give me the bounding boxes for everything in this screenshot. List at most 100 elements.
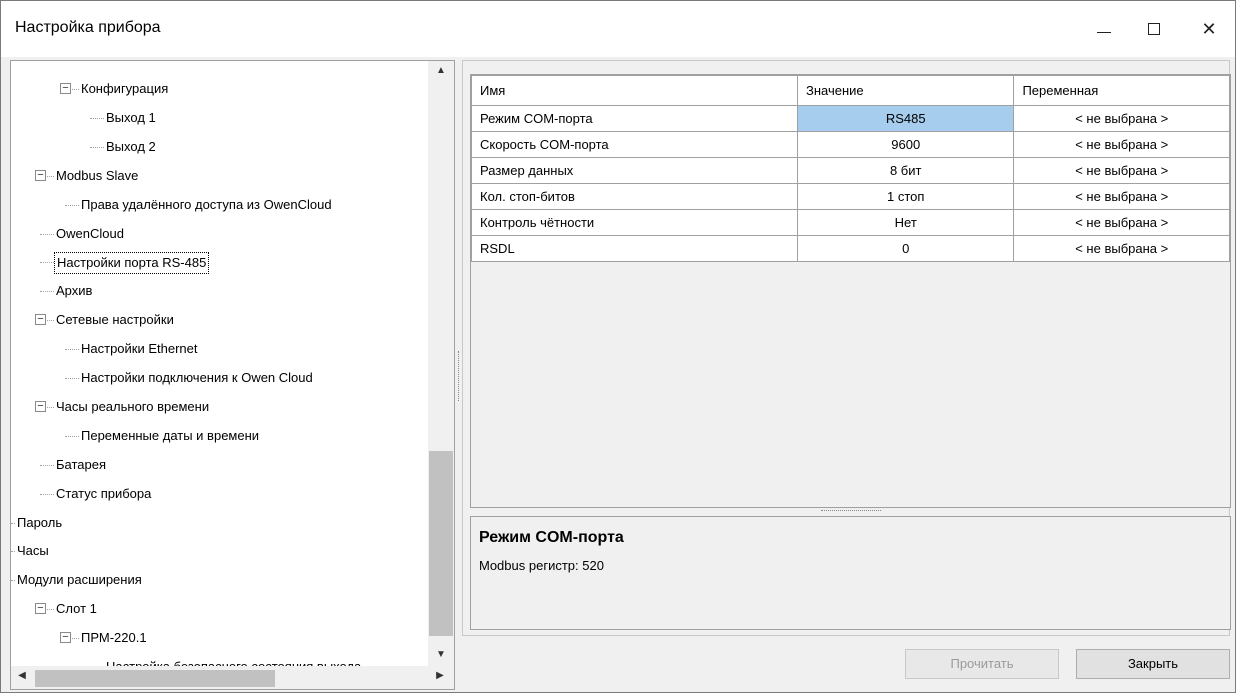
title-bar: Настройка прибора ✕ (1, 1, 1235, 57)
property-variable-cell[interactable]: < не выбрана > (1013, 183, 1230, 210)
property-value-cell[interactable]: 0 (797, 235, 1015, 262)
scroll-up-arrow-icon[interactable]: ▲ (428, 65, 454, 76)
tree-connector (40, 291, 54, 293)
tree-item[interactable]: Настройки подключения к Owen Cloud (11, 368, 428, 388)
device-settings-window: Настройка прибора ✕ − Конфигурация Выход 1… (0, 0, 1236, 693)
property-value-cell[interactable]: 8 бит (797, 157, 1015, 184)
property-row[interactable]: RSDL 0 < не выбрана > (470, 235, 1230, 262)
property-row[interactable]: Кол. стоп-битов 1 стоп < не выбрана > (470, 183, 1230, 210)
property-value-cell[interactable]: Нет (797, 209, 1015, 236)
tree-connector (65, 204, 79, 206)
tree-item[interactable]: Настройки порта RS-485 (11, 252, 428, 275)
column-header-variable[interactable]: Переменная (1013, 75, 1230, 106)
tree-item-label: Конфигурация (81, 81, 169, 96)
tree-connector (90, 117, 104, 119)
collapse-icon[interactable]: − (35, 603, 46, 615)
collapse-icon[interactable]: − (35, 314, 46, 326)
description-title: Режим COM-порта (479, 529, 624, 546)
tree-item[interactable]: − Конфигурация (11, 79, 428, 99)
tree-item[interactable]: Батарея (11, 455, 428, 475)
scroll-left-arrow-icon[interactable]: ◀ (11, 670, 33, 681)
property-value-cell[interactable]: RS485 (797, 105, 1015, 132)
tree-item[interactable]: − Часы реального времени (11, 397, 428, 417)
tree-item-label: Права удалённого доступа из OwenCloud (81, 196, 332, 212)
tree-vertical-scrollbar[interactable]: ▲ ▼ (428, 61, 454, 666)
property-name-cell[interactable]: RSDL (470, 235, 799, 262)
collapse-icon[interactable]: − (60, 83, 71, 94)
property-variable-cell[interactable]: < не выбрана > (1013, 209, 1230, 236)
property-variable-cell[interactable]: < не выбрана > (1013, 235, 1230, 262)
tree-item-label: ПРМ-220.1 (81, 630, 147, 646)
property-name-cell[interactable]: Контроль чётности (470, 209, 799, 236)
column-header-name[interactable]: Имя (470, 75, 799, 106)
maximize-button[interactable] (1131, 1, 1177, 57)
tree-item[interactable]: − Modbus Slave (11, 166, 428, 186)
scroll-right-arrow-icon[interactable]: ▶ (429, 670, 451, 681)
property-row[interactable]: Контроль чётности Нет < не выбрана > (470, 209, 1230, 236)
column-header-value[interactable]: Значение (797, 75, 1015, 106)
property-name-cell[interactable]: Режим COM-порта (470, 105, 799, 132)
tree-connector (40, 233, 54, 235)
tree-vertical-scroll-thumb[interactable] (429, 451, 453, 636)
property-name-cell[interactable]: Кол. стоп-битов (470, 183, 799, 210)
close-window-button[interactable]: ✕ (1186, 1, 1232, 57)
tree-item[interactable]: Настройка безопасного состояния выхода (11, 657, 428, 666)
property-name-cell[interactable]: Размер данных (470, 157, 799, 184)
tree-item-label: Modbus Slave (56, 167, 139, 183)
property-variable-cell[interactable]: < не выбрана > (1013, 105, 1230, 132)
tree-item-label: Слот 1 (56, 601, 97, 617)
tree-item-label: Часы (17, 543, 49, 559)
settings-tree-panel: − Конфигурация Выход 1 Выход 2− Modbus Slave… (10, 60, 455, 690)
tree-item-label: Модули расширения (17, 572, 142, 588)
maximize-icon (1148, 23, 1160, 35)
property-variable-cell[interactable]: < не выбрана > (1013, 131, 1230, 158)
scroll-down-arrow-icon[interactable]: ▼ (428, 649, 454, 660)
tree-item[interactable]: OwenCloud (11, 224, 428, 244)
read-button[interactable]: Прочитать (905, 649, 1059, 679)
tree-item-label: Архив (56, 283, 93, 299)
tree-item-label: Переменные даты и времени (81, 427, 260, 443)
tree-item-label: Сетевые настройки (56, 312, 174, 328)
tree-item[interactable]: − Слот 1 (11, 599, 428, 619)
tree-item[interactable]: Модули расширения (11, 570, 428, 590)
tree-connector (40, 493, 54, 495)
tree-horizontal-scroll-thumb[interactable] (35, 670, 275, 687)
property-row[interactable]: Режим COM-порта RS485 < не выбрана > (470, 105, 1230, 132)
tree-item[interactable]: Переменные даты и времени (11, 426, 428, 446)
collapse-icon[interactable]: − (60, 632, 71, 644)
description-panel: Режим COM-порта Modbus регистр: 520 (470, 516, 1231, 630)
tree-item[interactable]: Выход 2 (11, 137, 428, 157)
collapse-icon[interactable]: − (35, 400, 46, 412)
tree-item-label: Пароль (17, 514, 63, 530)
tree-item[interactable]: Статус прибора (11, 484, 428, 504)
property-value-cell[interactable]: 9600 (797, 131, 1015, 158)
tree-item-label: Настройки подключения к Owen Cloud (81, 370, 313, 385)
property-row[interactable]: Скорость COM-порта 9600 < не выбрана > (470, 131, 1230, 158)
settings-tree: − Конфигурация Выход 1 Выход 2− Modbus Slave… (11, 61, 428, 666)
tree-item[interactable]: Пароль (11, 513, 428, 533)
tree-item[interactable]: − ПРМ-220.1 (11, 628, 428, 648)
tree-connector (40, 464, 54, 466)
close-button[interactable]: Закрыть (1076, 649, 1230, 679)
property-row[interactable]: Размер данных 8 бит < не выбрана > (470, 157, 1230, 184)
properties-table: Имя Значение Переменная Режим COM-порта R… (470, 75, 1230, 262)
vertical-splitter[interactable] (458, 351, 460, 401)
tree-item[interactable]: Настройки Ethernet (11, 339, 428, 359)
tree-item-label: Статус прибора (56, 485, 152, 501)
horizontal-splitter[interactable] (821, 510, 881, 512)
tree-item[interactable]: Часы (11, 541, 428, 561)
tree-item[interactable]: Права удалённого доступа из OwenCloud (11, 195, 428, 215)
tree-item-label: Часы реального времени (56, 398, 210, 414)
tree-horizontal-scrollbar[interactable]: ◀ ▶ (11, 666, 454, 689)
tree-item[interactable]: − Сетевые настройки (11, 310, 428, 330)
window-title: Настройка прибора (15, 19, 161, 36)
property-value-cell[interactable]: 1 стоп (797, 183, 1015, 210)
tree-item[interactable]: Выход 1 (11, 108, 428, 128)
minimize-button[interactable] (1081, 1, 1127, 57)
property-name-cell[interactable]: Скорость COM-порта (470, 131, 799, 158)
property-variable-cell[interactable]: < не выбрана > (1013, 157, 1230, 184)
tree-item-label: OwenCloud (56, 225, 124, 241)
tree-connector (40, 262, 54, 264)
tree-item[interactable]: Архив (11, 281, 428, 301)
collapse-icon[interactable]: − (35, 169, 46, 181)
